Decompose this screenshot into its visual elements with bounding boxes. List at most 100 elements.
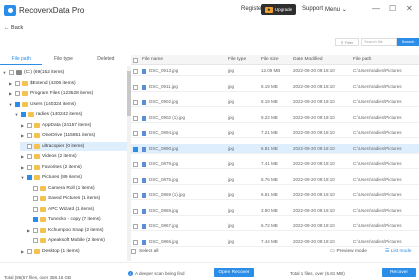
tree-item-checkbox[interactable] xyxy=(15,101,20,107)
tree-item[interactable]: ▼ (C:) (69(152 items) xyxy=(2,68,127,77)
tree-item-checkbox[interactable] xyxy=(15,80,20,86)
tree-item-checkbox[interactable] xyxy=(27,248,32,254)
table-row[interactable]: DSC_0890.jpg jpg 6.81 MB 2022-09-20 09:18:1… xyxy=(131,143,419,154)
close-icon[interactable]: ✕ xyxy=(406,4,413,13)
preview-mode-toggle[interactable]: ▭ Preview mode xyxy=(330,249,367,254)
tree-item[interactable]: ▶ Desktop (1 items) xyxy=(20,247,127,256)
tree-item-checkbox[interactable] xyxy=(21,112,26,117)
open-recover-button[interactable]: Open Recover xyxy=(214,268,254,277)
table-row[interactable]: DSC_0879.jpg jpg 7.41 MB 2022-09-20 09:18:1… xyxy=(131,159,419,169)
cell-date-modified: 2022-09-20 09:18:10 xyxy=(293,145,335,151)
tree-item[interactable]: ▼ Pictures (89 items) xyxy=(20,173,127,182)
expand-right-icon[interactable]: ▶ xyxy=(26,228,31,233)
tree-item[interactable]: Saved Pictures (1 items) xyxy=(26,194,127,203)
row-checkbox[interactable] xyxy=(133,239,138,245)
col-file-name[interactable]: File name xyxy=(142,55,163,65)
row-checkbox[interactable] xyxy=(133,131,138,136)
tree-item-checkbox[interactable] xyxy=(27,133,32,138)
menu-button[interactable]: Menu ⌄ xyxy=(325,6,347,13)
tab-deleted[interactable]: Deleted xyxy=(85,55,127,65)
table-row[interactable]: DSC_0875.jpg jpg 6.76 MB 2022-09-20 09:18:1… xyxy=(131,175,419,185)
row-checkbox[interactable] xyxy=(133,177,138,183)
tree-item[interactable]: ▼ radies (140242 items) xyxy=(14,110,127,119)
tree-item[interactable]: ultracopier (0 items) xyxy=(20,141,127,151)
table-row[interactable]: DSC_0867.jpg jpg 6.72 MB 2022-09-20 09:18:1… xyxy=(131,221,419,231)
tree-item-checkbox[interactable] xyxy=(33,185,38,191)
tree-item-checkbox[interactable] xyxy=(33,196,38,201)
row-checkbox[interactable] xyxy=(133,84,138,90)
tree-item[interactable]: Camera Roll (1 items) xyxy=(26,184,127,193)
tree-item[interactable]: Apeaksoft Mobile (2 items) xyxy=(26,236,127,245)
recover-button[interactable]: Recover xyxy=(382,268,416,277)
tab-file-type[interactable]: File type xyxy=(42,55,84,65)
col-file-type[interactable]: File type xyxy=(228,55,246,65)
expand-right-icon[interactable]: ▶ xyxy=(20,123,25,128)
expand-right-icon[interactable]: ▶ xyxy=(20,154,25,159)
tree-item-checkbox[interactable] xyxy=(15,91,20,96)
row-checkbox[interactable] xyxy=(133,69,138,74)
tree-item[interactable]: ▶ Program Files (123528 items) xyxy=(8,89,127,98)
scrollbar-thumb[interactable] xyxy=(127,71,131,116)
tree-item[interactable]: Tunecko - copy (7 items) xyxy=(26,215,127,224)
tree-item[interactable]: ▶ Kchumpoo Snap (2 items) xyxy=(26,226,127,235)
expand-right-icon[interactable]: ▶ xyxy=(20,249,25,254)
expand-right-icon[interactable]: ▶ xyxy=(8,81,13,86)
tree-item-checkbox[interactable] xyxy=(27,122,32,128)
select-all[interactable]: Select all xyxy=(131,249,158,254)
row-checkbox[interactable] xyxy=(133,193,138,198)
table-row[interactable]: DSC_0911.jpg jpg 8.19 MB 2022-09-20 09:18:1… xyxy=(131,82,419,92)
tree-item-checkbox[interactable] xyxy=(33,227,38,233)
expand-right-icon[interactable]: ▶ xyxy=(8,91,13,96)
list-mode-toggle[interactable]: ☰ List mode xyxy=(385,249,411,254)
col-date-modified[interactable]: Date Modified xyxy=(293,55,323,65)
expand-down-icon[interactable]: ▼ xyxy=(20,175,25,180)
col-file-size[interactable]: File size xyxy=(261,55,279,65)
row-checkbox[interactable] xyxy=(133,208,138,214)
tree-item-checkbox[interactable] xyxy=(33,217,38,222)
search-input[interactable]: Search file xyxy=(361,38,397,46)
maximize-icon[interactable]: ☐ xyxy=(389,4,396,13)
row-checkbox[interactable] xyxy=(133,146,138,152)
row-checkbox[interactable] xyxy=(133,100,138,105)
table-row[interactable]: DSC_0894.jpg jpg 7.21 MB 2022-09-20 09:18:1… xyxy=(131,128,419,138)
tree-item-checkbox[interactable] xyxy=(27,143,32,149)
table-row[interactable]: DSC_0869.jpg jpg 3.90 MB 2022-09-20 09:18:1… xyxy=(131,206,419,216)
tree-item[interactable]: ▼ Users (140324 items) xyxy=(8,100,127,109)
table-row[interactable]: DSC_0902.jpg jpg 8.19 MB 2022-09-20 09:18:1… xyxy=(131,97,419,107)
table-row[interactable]: DSC_0902 (1).jpg jpg 9.22 MB 2022-09-20 09:… xyxy=(131,113,419,123)
row-checkbox[interactable] xyxy=(133,162,138,167)
register-link[interactable]: Register xyxy=(241,6,263,12)
expand-down-icon[interactable]: ▼ xyxy=(8,102,13,107)
header-checkbox[interactable] xyxy=(133,58,138,63)
expand-right-icon[interactable]: ▶ xyxy=(20,165,25,170)
row-checkbox[interactable] xyxy=(133,115,138,121)
tree-item[interactable]: ▶ Videos (2 items) xyxy=(20,152,127,161)
tree-item-checkbox[interactable] xyxy=(33,238,38,243)
table-row[interactable]: DSC_0866.jpg jpg 7.44 MB 2022-09-20 09:18:1… xyxy=(131,237,419,247)
tree-item[interactable]: ▶ AppData (24157 items) xyxy=(20,121,127,130)
tree-item[interactable]: ▶ $Extend (4206 items) xyxy=(8,79,127,88)
expand-down-icon[interactable]: ▼ xyxy=(14,112,19,117)
table-row[interactable]: DSC_0913.jpg jpg 12.09 MB 2022-09-20 09:18:… xyxy=(131,66,419,76)
tree-item-checkbox[interactable] xyxy=(9,70,14,75)
tree-item-checkbox[interactable] xyxy=(27,154,32,159)
minimize-icon[interactable]: — xyxy=(372,4,380,13)
tab-file-path[interactable]: File path xyxy=(0,55,43,65)
tree-item[interactable]: APC Wizard (1 items) xyxy=(26,205,127,214)
tree-item[interactable]: ▶ OneDrive (115851 items) xyxy=(20,131,127,140)
table-row[interactable]: DSC_0869 (1).jpg jpg 6.81 MB 2022-09-20 09:… xyxy=(131,190,419,200)
upgrade-button[interactable]: ★ Upgrade xyxy=(261,4,296,15)
row-checkbox[interactable] xyxy=(133,224,138,229)
tree-item-checkbox[interactable] xyxy=(27,175,32,180)
expand-down-icon[interactable]: ▼ xyxy=(2,70,7,75)
back-button[interactable]: ← Back xyxy=(4,25,23,31)
expand-right-icon[interactable]: ▶ xyxy=(20,133,25,138)
tree-item-checkbox[interactable] xyxy=(33,206,38,212)
filter-button[interactable]: ⚲ Filter xyxy=(335,38,359,46)
select-all-checkbox[interactable] xyxy=(131,249,136,254)
support-link[interactable]: Support xyxy=(302,6,323,12)
col-file-path[interactable]: File path xyxy=(353,55,371,65)
search-button[interactable]: Search xyxy=(397,38,419,46)
tree-item[interactable]: ▶ Favorites (2 items) xyxy=(20,163,127,172)
tree-item-checkbox[interactable] xyxy=(27,164,32,170)
